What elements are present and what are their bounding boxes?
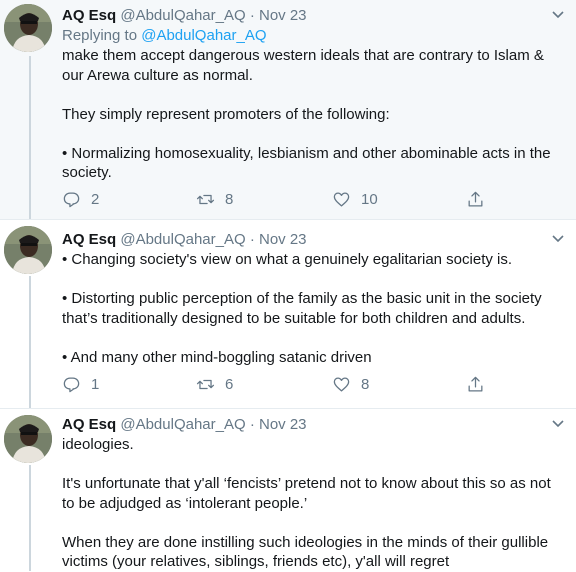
reply-button[interactable]: 1 xyxy=(62,375,99,394)
avatar-image xyxy=(4,415,52,463)
avatar[interactable] xyxy=(4,415,52,463)
like-button[interactable]: 8 xyxy=(332,375,369,394)
retweet-icon xyxy=(196,379,215,390)
thread-line xyxy=(29,276,31,408)
tweet-paragraph: ideologies. xyxy=(62,436,134,453)
retweet-count: 8 xyxy=(225,191,234,208)
tweet-date[interactable]: Nov 23 xyxy=(259,231,307,248)
like-count: 10 xyxy=(361,191,378,208)
chevron-down-icon[interactable] xyxy=(550,6,566,22)
avatar-image xyxy=(4,226,52,274)
tweet-paragraph: They simply represent promoters of the f… xyxy=(62,105,390,123)
reply-count: 1 xyxy=(91,376,100,393)
share-button[interactable] xyxy=(466,190,495,209)
share-button[interactable] xyxy=(466,375,495,394)
tweet-text: make them accept dangerous western ideal… xyxy=(62,46,566,183)
tweet-date[interactable]: Nov 23 xyxy=(259,7,307,24)
thread-line xyxy=(29,56,31,219)
tweet-paragraph: When they are done instilling such ideol… xyxy=(62,533,549,571)
retweet-button[interactable]: 8 xyxy=(196,190,233,209)
retweet-button[interactable]: 6 xyxy=(196,375,233,394)
reply-icon xyxy=(63,192,80,208)
tweet-1[interactable]: AQ Esq @AbdulQahar_AQ · Nov 23 Replying … xyxy=(0,0,576,220)
replying-to-handle[interactable]: @AbdulQahar_AQ xyxy=(141,27,266,44)
tweet-paragraph: make them accept dangerous western ideal… xyxy=(62,47,544,84)
thread-line xyxy=(29,465,31,571)
tweet-actions: 1 6 8 xyxy=(62,375,566,395)
retweet-icon xyxy=(196,194,215,205)
tweet-date[interactable]: Nov 23 xyxy=(259,416,307,433)
author-name[interactable]: AQ Esq xyxy=(62,231,116,248)
retweet-count: 6 xyxy=(225,376,234,393)
replying-to: Replying to @AbdulQahar_AQ xyxy=(62,26,566,46)
tweet-paragraph: • Distorting public perception of the fa… xyxy=(62,290,542,327)
tweet-actions: 2 8 10 xyxy=(62,190,566,210)
tweet-text: • Changing society's view on what a genu… xyxy=(62,250,566,367)
reply-button[interactable]: 2 xyxy=(62,190,99,209)
reply-icon xyxy=(63,377,80,393)
tweet-2[interactable]: AQ Esq @AbdulQahar_AQ · Nov 23 • Changin… xyxy=(0,220,576,409)
separator-dot: · xyxy=(249,7,255,24)
avatar[interactable] xyxy=(4,226,52,274)
tweet-paragraph: • And many other mind-boggling satanic d… xyxy=(62,348,372,366)
author-handle[interactable]: @AbdulQahar_AQ xyxy=(120,7,245,24)
replying-to-label: Replying to xyxy=(62,27,138,44)
avatar-image xyxy=(4,4,52,52)
tweet-paragraph: It's unfortunate that y'all ‘fencists’ p… xyxy=(62,475,551,512)
reply-count: 2 xyxy=(91,191,100,208)
tweet-text: ideologies. It's unfortunate that y'all … xyxy=(62,435,566,572)
author-name[interactable]: AQ Esq xyxy=(62,7,116,24)
share-icon xyxy=(468,376,483,392)
tweet-3[interactable]: AQ Esq @AbdulQahar_AQ · Nov 23 ideologie… xyxy=(0,409,576,571)
heart-icon xyxy=(333,377,350,392)
like-button[interactable]: 10 xyxy=(332,190,378,209)
chevron-down-icon[interactable] xyxy=(550,230,566,246)
tweet-paragraph: • Normalizing homosexuality, lesbianism … xyxy=(62,144,551,182)
chevron-down-icon[interactable] xyxy=(550,415,566,431)
author-handle[interactable]: @AbdulQahar_AQ xyxy=(120,231,245,248)
tweet-paragraph: • Changing society's view on what a genu… xyxy=(62,251,513,268)
separator-dot: · xyxy=(249,231,255,248)
heart-icon xyxy=(333,192,350,207)
like-count: 8 xyxy=(361,376,370,393)
separator-dot: · xyxy=(249,416,255,433)
avatar[interactable] xyxy=(4,4,52,52)
author-handle[interactable]: @AbdulQahar_AQ xyxy=(120,416,245,433)
author-name[interactable]: AQ Esq xyxy=(62,416,116,433)
share-icon xyxy=(468,191,483,207)
